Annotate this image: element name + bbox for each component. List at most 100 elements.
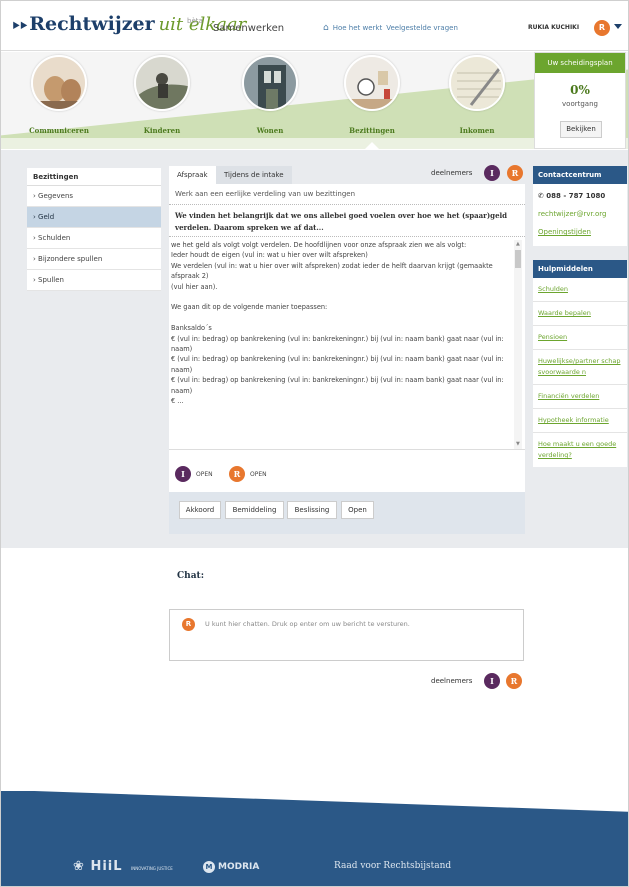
tool-link-goede-verdeling[interactable]: Hoe maakt u een goede verdeling? <box>533 433 627 467</box>
modria-m-icon: M <box>203 861 215 873</box>
tab-afspraak[interactable]: Afspraak <box>169 166 216 184</box>
chat-participant-avatar-i: I <box>484 673 500 689</box>
nav-how-it-works[interactable]: Hoe het werkt <box>333 24 383 32</box>
logo-mark-icon: ⯈⯈ <box>11 19 28 33</box>
scroll-up-icon[interactable]: ▲ <box>516 241 520 247</box>
akkoord-button[interactable]: Akkoord <box>179 501 221 519</box>
chevron-down-icon[interactable] <box>614 24 622 29</box>
hiil-logo[interactable]: ❀ HiiL INNOVATING JUSTICE <box>73 859 173 874</box>
contact-box: Contactcentrum ✆ 088 - 787 1080 rechtwij… <box>533 166 627 246</box>
category-hero: Communiceren Kinderen Wonen Bezittingen … <box>1 52 628 149</box>
chat-participants-label: deelnemers <box>431 677 473 685</box>
sidebar: Bezittingen › Gegevens › Geld › Schulden… <box>27 168 161 291</box>
modria-logo[interactable]: M MODRIA <box>203 861 259 873</box>
income-photo <box>449 55 505 111</box>
participant-avatar-i: I <box>175 466 191 482</box>
tool-link-hypotheek-informatie[interactable]: Hypotheek informatie <box>533 409 627 433</box>
contact-email[interactable]: rechtwijzer@rvr.org <box>533 205 627 223</box>
category-bezittingen[interactable]: Bezittingen <box>322 52 422 149</box>
tool-link-financien-verdelen[interactable]: Financiën verdelen <box>533 385 627 409</box>
footer-wave <box>1 791 628 813</box>
top-header: ⯈⯈ Rechtwijzer uit elkaar bèta Samenwerk… <box>1 1 628 51</box>
open-button[interactable]: Open <box>341 501 374 519</box>
chat-user-avatar: R <box>182 618 195 631</box>
bemiddeling-button[interactable]: Bemiddeling <box>225 501 284 519</box>
chat-placeholder[interactable]: U kunt hier chatten. Druk op enter om uw… <box>205 620 410 628</box>
sidebar-item-schulden[interactable]: › Schulden <box>27 228 161 249</box>
plan-percent: 0% <box>570 83 590 97</box>
divider <box>169 204 525 205</box>
rechtwijzer-logo[interactable]: ⯈⯈ Rechtwijzer uit elkaar <box>11 13 246 39</box>
plan-progress-label: voortgang <box>562 100 598 108</box>
panel-subtitle: Werk aan een eerlijke verdeling van uw b… <box>175 190 356 198</box>
hiil-tagline: INNOVATING JUSTICE <box>131 866 173 871</box>
section-title: Samenwerken <box>213 23 285 34</box>
home-icon[interactable]: ⌂ <box>323 23 329 33</box>
beslissing-button[interactable]: Beslissing <box>287 501 337 519</box>
scrollbar[interactable]: ▲ ▼ <box>514 240 522 449</box>
tools-heading: Hulpmiddelen <box>533 260 627 278</box>
participants-label: deelnemers <box>431 169 473 177</box>
sidebar-item-geld[interactable]: › Geld <box>27 207 161 228</box>
divider <box>169 236 525 237</box>
raad-logo[interactable]: Raad voor Rechtsbijstand <box>334 861 451 871</box>
category-label: Kinderen <box>143 126 181 135</box>
children-photo <box>134 55 190 111</box>
category-label: Bezittingen <box>349 126 395 135</box>
tab-bar: Afspraak Tijdens de intake deelnemers I … <box>169 164 525 184</box>
sidebar-item-gegevens[interactable]: › Gegevens <box>27 186 161 207</box>
action-bar: Akkoord Bemiddeling Beslissing Open <box>169 492 525 534</box>
agreement-content: Werk aan een eerlijke verdeling van uw b… <box>169 184 525 534</box>
tool-link-schulden[interactable]: Schulden <box>533 278 627 302</box>
belongings-photo <box>344 55 400 111</box>
agreement-panel: Afspraak Tijdens de intake deelnemers I … <box>169 164 525 534</box>
tools-box: Hulpmiddelen Schulden Waarde bepalen Pen… <box>533 260 627 467</box>
page: ⯈⯈ Rechtwijzer uit elkaar bèta Samenwerk… <box>0 0 629 887</box>
contact-heading: Contactcentrum <box>533 166 627 184</box>
category-inkomen[interactable]: Inkomen <box>427 52 527 149</box>
sidebar-item-spullen[interactable]: › Spullen <box>27 270 161 291</box>
agreement-text-area[interactable]: we het geld als volgt volgt verdelen. De… <box>169 240 525 450</box>
tool-link-pensioen[interactable]: Pensioen <box>533 326 627 350</box>
contact-phone[interactable]: ✆ 088 - 787 1080 <box>533 184 627 205</box>
tab-tijdens-de-intake[interactable]: Tijdens de intake <box>216 166 292 184</box>
category-label: Communiceren <box>29 126 89 135</box>
contact-hours-link[interactable]: Openingstijden <box>533 223 627 246</box>
category-communiceren[interactable]: Communiceren <box>9 52 109 149</box>
participant-avatar-i: I <box>484 165 500 181</box>
scroll-down-icon[interactable]: ▼ <box>516 441 520 447</box>
coffee-cup-photo <box>31 55 87 111</box>
participant-avatar-r: R <box>507 165 523 181</box>
tool-link-waarde-bepalen[interactable]: Waarde bepalen <box>533 302 627 326</box>
header-nav: ⌂ Hoe het werkt Veelgestelde vragen <box>323 23 458 33</box>
category-label: Wonen <box>256 126 284 135</box>
footer: ❀ HiiL INNOVATING JUSTICE M MODRIA Raad … <box>1 791 628 886</box>
category-kinderen[interactable]: Kinderen <box>112 52 212 149</box>
agreement-text[interactable]: we het geld als volgt volgt verdelen. De… <box>171 240 511 407</box>
chat-input[interactable]: R U kunt hier chatten. Druk op enter om … <box>169 609 524 661</box>
logo-text: Rechtwijzer <box>29 13 155 35</box>
status-label: OPEN <box>196 470 213 478</box>
sidebar-item-bijzondere-spullen[interactable]: › Bijzondere spullen <box>27 249 161 270</box>
participant-avatar-r: R <box>229 466 245 482</box>
active-category-pointer <box>365 142 379 149</box>
right-column: Contactcentrum ✆ 088 - 787 1080 rechtwij… <box>533 166 627 477</box>
house-photo <box>242 55 298 111</box>
plan-card: Uw scheidingsplan 0% voortgang Bekijken <box>534 52 626 149</box>
chat-participant-avatar-r: R <box>506 673 522 689</box>
view-plan-button[interactable]: Bekijken <box>560 121 602 138</box>
chat-title: Chat: <box>177 571 205 581</box>
user-avatar[interactable]: R <box>594 20 610 36</box>
status-participant-r: R OPEN <box>229 466 267 482</box>
hiil-flower-icon: ❀ <box>73 859 85 874</box>
tool-link-huwelijkse-voorwaarden[interactable]: Huwelijkse/partner schapsvoorwaarde n <box>533 350 627 385</box>
beta-label: bèta <box>187 17 203 25</box>
modria-text: MODRIA <box>218 862 260 872</box>
status-participant-i: I OPEN <box>175 466 213 482</box>
scrollbar-thumb[interactable] <box>515 250 521 268</box>
hiil-text: HiiL <box>90 859 123 874</box>
user-name[interactable]: RUKIA KUCHIKI <box>528 24 579 31</box>
status-label: OPEN <box>250 470 267 478</box>
nav-faq[interactable]: Veelgestelde vragen <box>386 24 458 32</box>
category-wonen[interactable]: Wonen <box>220 52 320 149</box>
